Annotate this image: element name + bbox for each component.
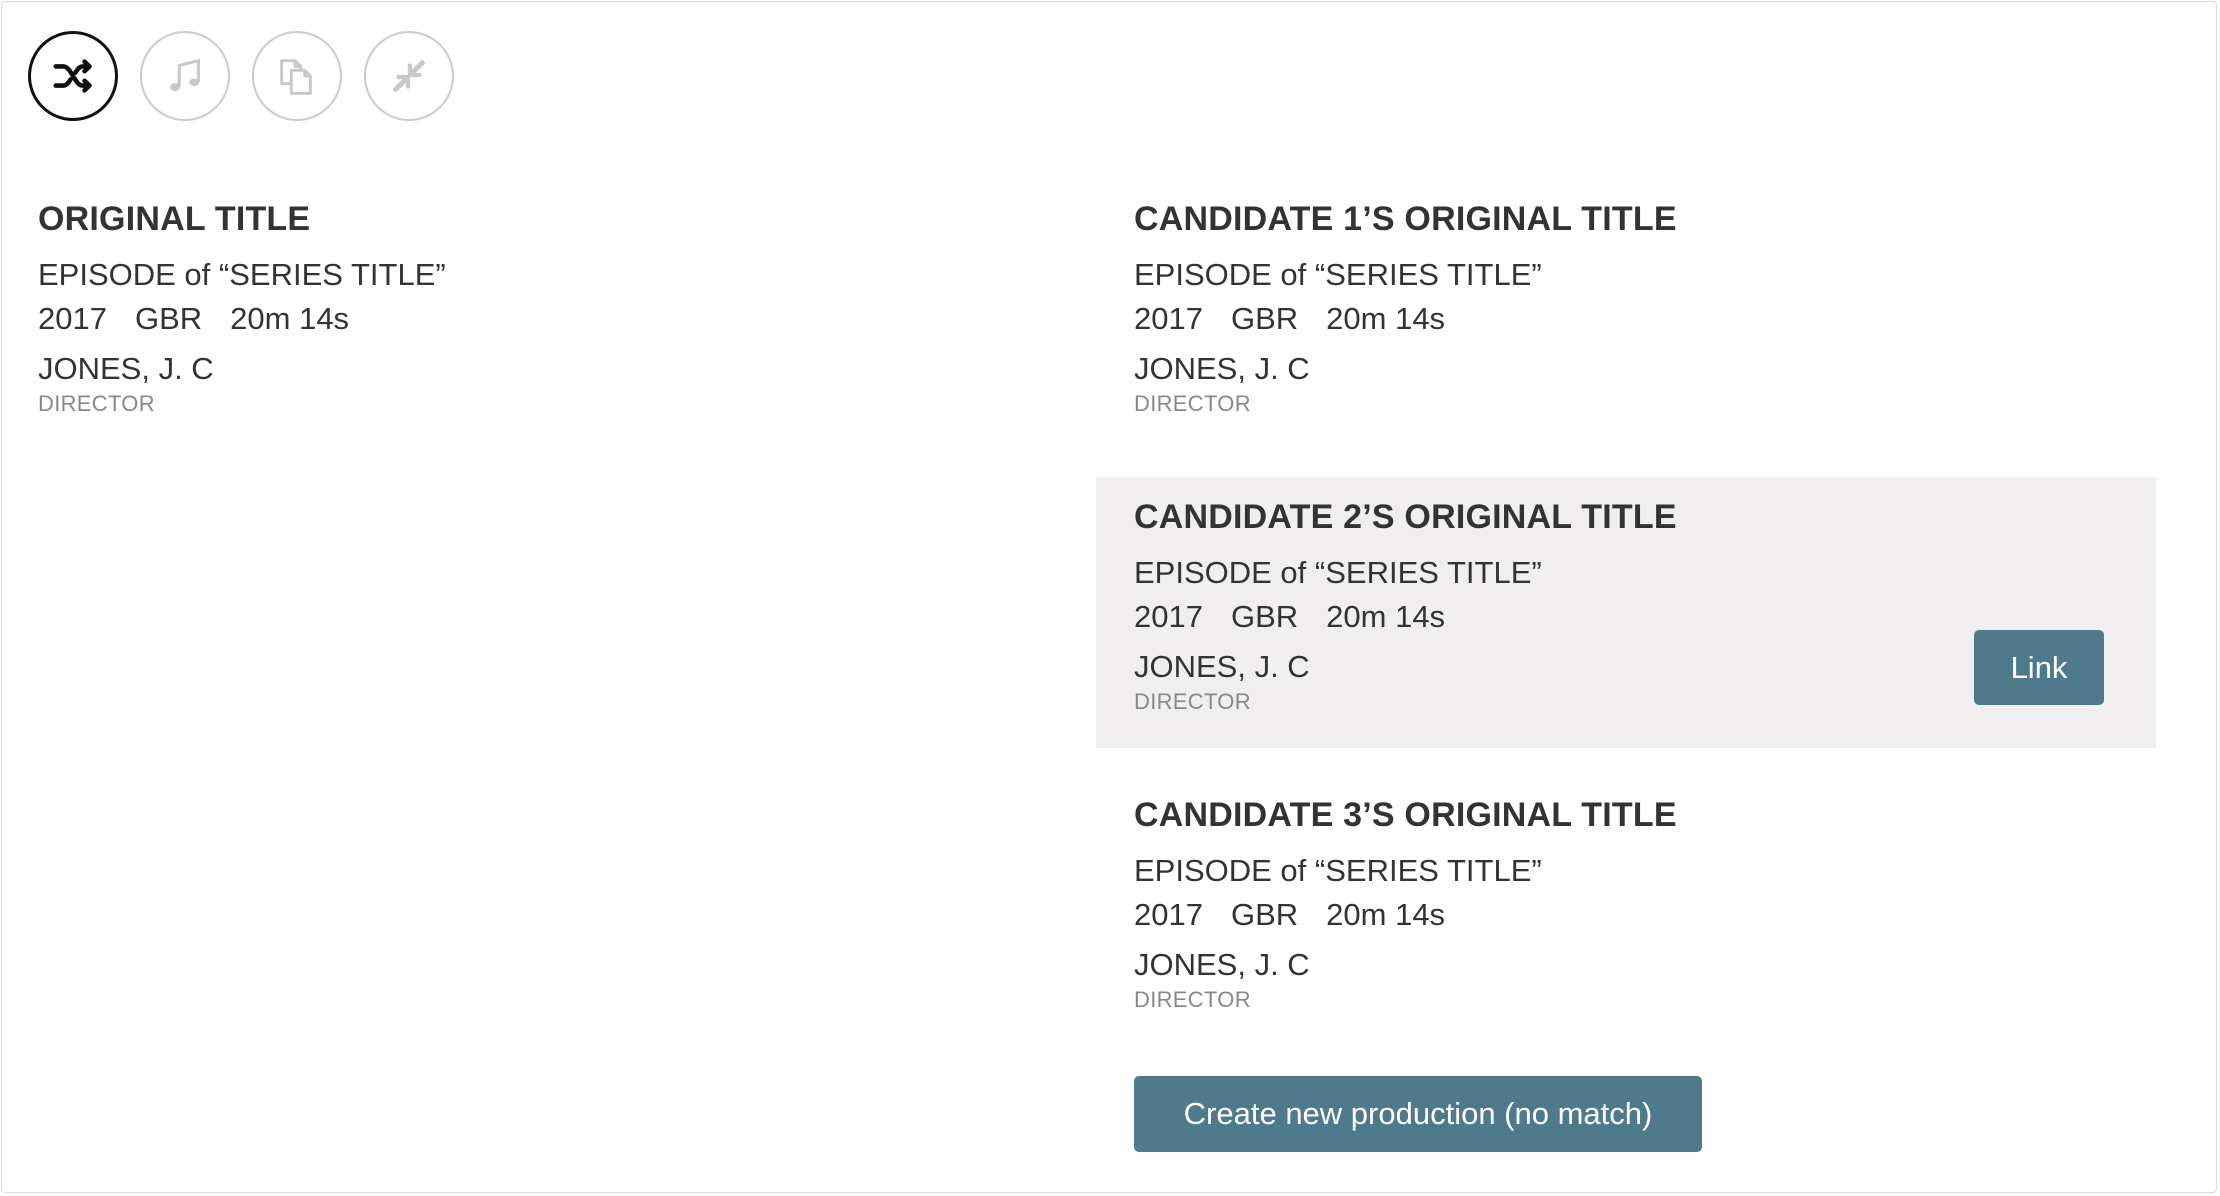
candidate-meta: 2017 GBR 20m 14s: [1134, 599, 1677, 635]
original-meta: 2017 GBR 20m 14s: [38, 301, 446, 337]
collapse-button[interactable]: [364, 31, 454, 121]
candidate-subtitle: EPISODE of “SERIES TITLE”: [1134, 257, 1542, 292]
person-role: DIRECTOR: [1134, 689, 1251, 714]
person-name: JONES, J. C: [1134, 351, 1310, 386]
duration: 20m 14s: [1326, 599, 1446, 634]
toolbar: [28, 31, 454, 121]
person-role: DIRECTOR: [1134, 391, 1251, 416]
candidate-1[interactable]: CANDIDATE 1’S ORIGINAL TITLE EPISODE of …: [1134, 200, 1677, 417]
year: 2017: [1134, 301, 1203, 336]
year: 2017: [1134, 599, 1203, 634]
create-production-button[interactable]: Create new production (no match): [1134, 1076, 1702, 1152]
country: GBR: [1230, 301, 1299, 336]
country: GBR: [1230, 897, 1299, 932]
copy-button[interactable]: [252, 31, 342, 121]
duration: 20m 14s: [230, 301, 350, 336]
year: 2017: [38, 301, 107, 336]
candidate-title: CANDIDATE 2’S ORIGINAL TITLE: [1134, 498, 1677, 536]
duration: 20m 14s: [1326, 301, 1446, 336]
candidate-title: CANDIDATE 1’S ORIGINAL TITLE: [1134, 200, 1677, 238]
duration: 20m 14s: [1326, 897, 1446, 932]
copy-icon: [280, 59, 312, 95]
person-name: JONES, J. C: [1134, 947, 1310, 982]
candidate-meta: 2017 GBR 20m 14s: [1134, 897, 1677, 933]
music-note-icon: [170, 58, 200, 91]
candidate-3[interactable]: CANDIDATE 3’S ORIGINAL TITLE EPISODE of …: [1134, 796, 1677, 1013]
person-name: JONES, J. C: [1134, 649, 1310, 684]
music-button[interactable]: [140, 31, 230, 121]
candidate-title: CANDIDATE 3’S ORIGINAL TITLE: [1134, 796, 1677, 834]
person-name: JONES, J. C: [38, 351, 214, 386]
link-button[interactable]: Link: [1974, 630, 2104, 705]
year: 2017: [1134, 897, 1203, 932]
country: GBR: [134, 301, 203, 336]
shuffle-button[interactable]: [28, 31, 118, 121]
candidate-2[interactable]: CANDIDATE 2’S ORIGINAL TITLE EPISODE of …: [1134, 498, 1677, 715]
shuffle-icon: [53, 59, 92, 93]
collapse-icon: [393, 60, 425, 92]
person-role: DIRECTOR: [1134, 987, 1251, 1012]
original-title: ORIGINAL TITLE: [38, 200, 311, 238]
candidate-subtitle: EPISODE of “SERIES TITLE”: [1134, 853, 1542, 888]
original-record: ORIGINAL TITLE EPISODE of “SERIES TITLE”…: [38, 200, 446, 417]
country: GBR: [1230, 599, 1299, 634]
candidate-subtitle: EPISODE of “SERIES TITLE”: [1134, 555, 1542, 590]
original-subtitle: EPISODE of “SERIES TITLE”: [38, 257, 446, 292]
candidate-meta: 2017 GBR 20m 14s: [1134, 301, 1677, 337]
person-role: DIRECTOR: [38, 391, 155, 416]
